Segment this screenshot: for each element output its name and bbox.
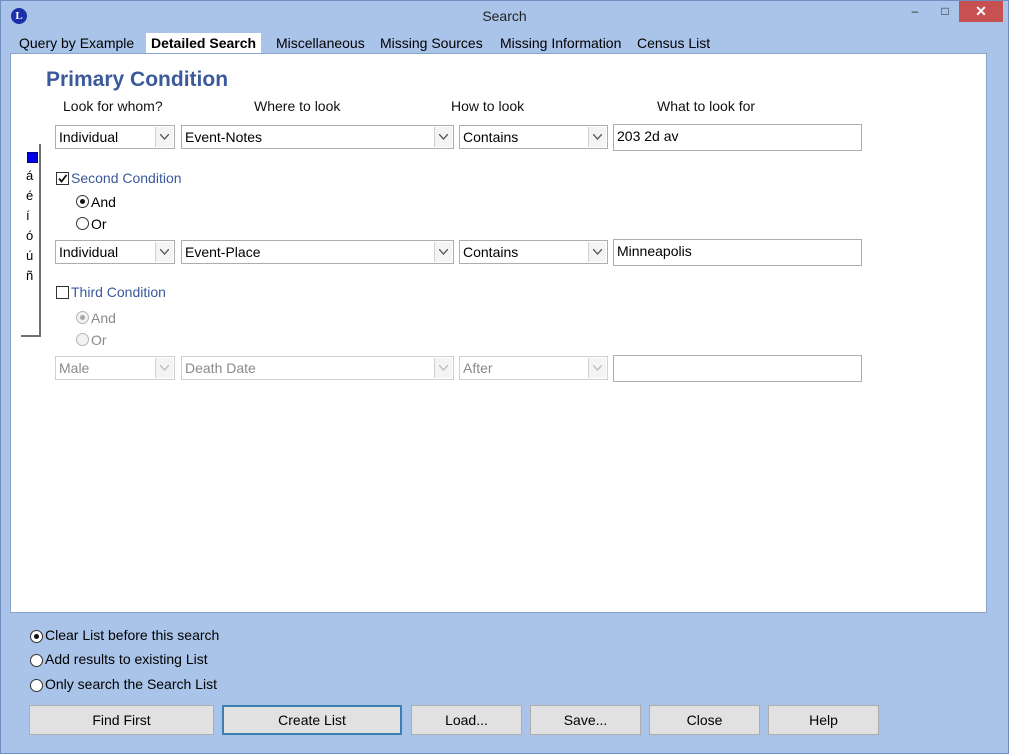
- third-who-value: Male: [59, 360, 90, 376]
- chevron-down-icon[interactable]: [434, 358, 452, 378]
- third-how-select[interactable]: After: [459, 356, 608, 380]
- create-list-button[interactable]: Create List: [222, 705, 402, 735]
- third-and-radio[interactable]: [76, 311, 89, 324]
- tab-miscellaneous[interactable]: Miscellaneous: [271, 33, 370, 53]
- chevron-down-icon[interactable]: [588, 242, 606, 262]
- close-button[interactable]: Close: [649, 705, 760, 735]
- primary-how-value: Contains: [463, 129, 519, 145]
- second-where-value: Event-Place: [185, 244, 261, 260]
- third-where-value: Death Date: [185, 360, 256, 376]
- clear-list-radio[interactable]: [30, 630, 43, 643]
- close-window-button[interactable]: ✕: [959, 1, 1003, 22]
- second-how-select[interactable]: Contains: [459, 240, 608, 264]
- add-results-radio[interactable]: [30, 654, 43, 667]
- second-who-select[interactable]: Individual: [55, 240, 175, 264]
- primary-what-value: 203 2d av: [617, 128, 679, 144]
- primary-how-select[interactable]: Contains: [459, 125, 608, 149]
- page-title: Primary Condition: [46, 68, 229, 91]
- second-and-label[interactable]: And: [91, 194, 116, 210]
- third-condition-checkbox[interactable]: [56, 286, 69, 299]
- chevron-down-icon[interactable]: [434, 242, 452, 262]
- search-window: L Search – □ ✕ Query by Example Detailed…: [0, 0, 1009, 754]
- primary-what-input[interactable]: 203 2d av: [613, 124, 862, 151]
- primary-where-value: Event-Notes: [185, 129, 263, 145]
- title-bar[interactable]: L Search – □ ✕: [1, 1, 1008, 31]
- second-how-value: Contains: [463, 244, 519, 260]
- column-header-who: Look for whom?: [63, 98, 163, 114]
- clear-list-label[interactable]: Clear List before this search: [45, 627, 219, 643]
- third-or-label[interactable]: Or: [91, 332, 107, 348]
- minimize-button[interactable]: –: [899, 1, 931, 22]
- detailed-search-panel: Primary Condition Look for whom? Where t…: [10, 53, 987, 613]
- third-who-select[interactable]: Male: [55, 356, 175, 380]
- second-condition-checkbox[interactable]: [56, 172, 69, 185]
- chevron-down-icon[interactable]: [434, 127, 452, 147]
- second-who-value: Individual: [59, 244, 119, 260]
- help-button[interactable]: Help: [768, 705, 879, 735]
- chevron-down-icon[interactable]: [155, 242, 173, 262]
- accent-char-e[interactable]: é: [26, 188, 33, 203]
- column-header-what: What to look for: [657, 98, 756, 114]
- primary-where-select[interactable]: Event-Notes: [181, 125, 454, 149]
- chevron-down-icon[interactable]: [155, 358, 173, 378]
- chevron-down-icon[interactable]: [588, 358, 606, 378]
- third-condition-label[interactable]: Third Condition: [71, 284, 166, 300]
- accent-character-bar: á é í ó ú ñ: [21, 144, 41, 337]
- window-title: Search: [482, 8, 527, 24]
- accent-bar-color-icon[interactable]: [27, 152, 38, 163]
- accent-char-o[interactable]: ó: [26, 228, 33, 243]
- chevron-down-icon[interactable]: [155, 127, 173, 147]
- only-search-list-radio[interactable]: [30, 679, 43, 692]
- second-what-value: Minneapolis: [617, 243, 692, 259]
- second-condition-label[interactable]: Second Condition: [71, 170, 182, 186]
- accent-char-a[interactable]: á: [26, 168, 33, 183]
- accent-char-i[interactable]: í: [26, 208, 30, 223]
- tab-census-list[interactable]: Census List: [632, 33, 715, 53]
- maximize-button[interactable]: □: [931, 1, 959, 22]
- third-how-value: After: [463, 360, 493, 376]
- third-and-label[interactable]: And: [91, 310, 116, 326]
- tab-missing-information[interactable]: Missing Information: [495, 33, 626, 53]
- second-or-radio[interactable]: [76, 217, 89, 230]
- find-first-button[interactable]: Find First: [29, 705, 214, 735]
- accent-char-n[interactable]: ñ: [26, 268, 33, 283]
- only-search-list-label[interactable]: Only search the Search List: [45, 676, 217, 692]
- tab-missing-sources[interactable]: Missing Sources: [375, 33, 488, 53]
- column-header-how: How to look: [451, 98, 525, 114]
- third-what-input[interactable]: [613, 355, 862, 382]
- tab-query-by-example[interactable]: Query by Example: [14, 33, 139, 53]
- third-or-radio[interactable]: [76, 333, 89, 346]
- second-where-select[interactable]: Event-Place: [181, 240, 454, 264]
- save-button[interactable]: Save...: [530, 705, 641, 735]
- third-where-select[interactable]: Death Date: [181, 356, 454, 380]
- primary-who-value: Individual: [59, 129, 119, 145]
- primary-who-select[interactable]: Individual: [55, 125, 175, 149]
- accent-char-u[interactable]: ú: [26, 248, 33, 263]
- second-and-radio[interactable]: [76, 195, 89, 208]
- chevron-down-icon[interactable]: [588, 127, 606, 147]
- add-results-label[interactable]: Add results to existing List: [45, 651, 208, 667]
- load-button[interactable]: Load...: [411, 705, 522, 735]
- tab-detailed-search[interactable]: Detailed Search: [146, 33, 262, 54]
- second-or-label[interactable]: Or: [91, 216, 107, 232]
- column-header-where: Where to look: [254, 98, 341, 114]
- tab-strip: Query by Example Detailed Search Miscell…: [10, 33, 988, 54]
- second-what-input[interactable]: Minneapolis: [613, 239, 862, 266]
